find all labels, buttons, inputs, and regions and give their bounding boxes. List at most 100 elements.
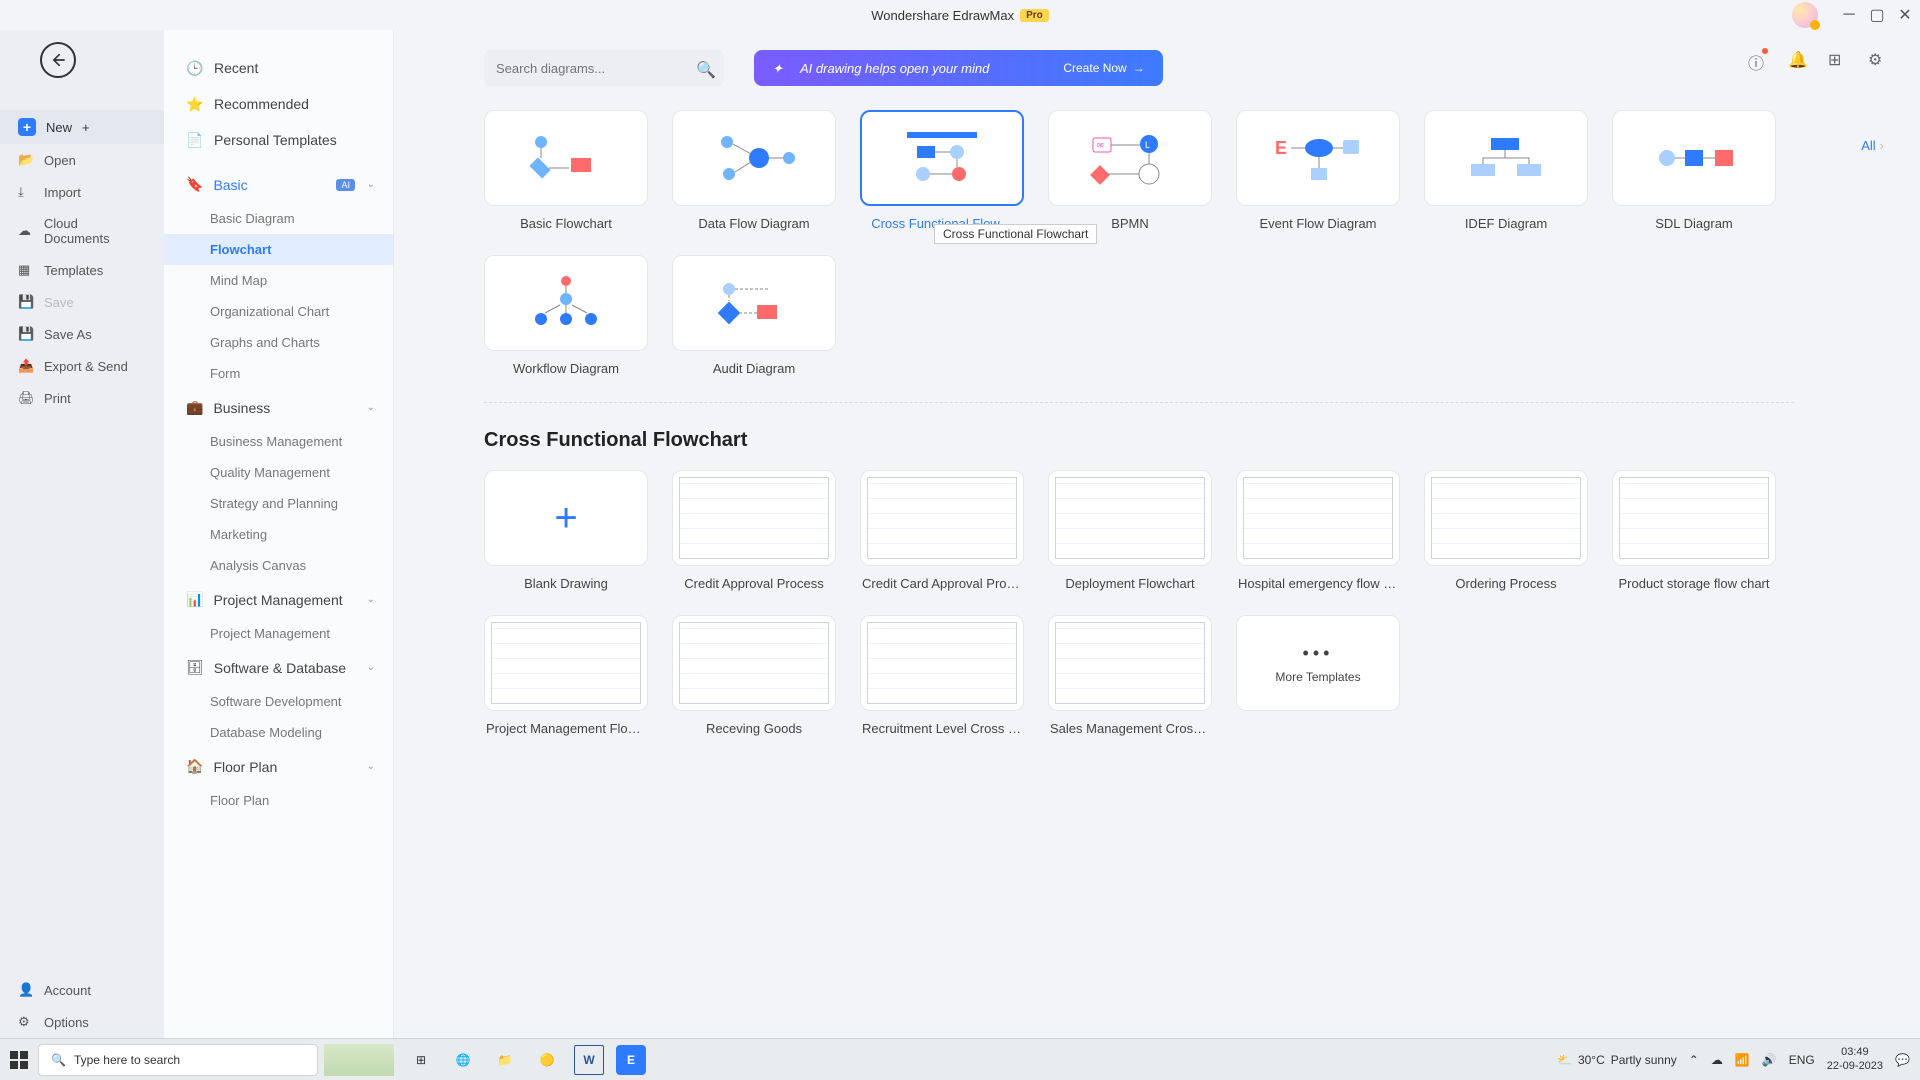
- subcategory-item[interactable]: Marketing: [164, 519, 393, 550]
- recent-link[interactable]: 🕒Recent: [164, 50, 393, 86]
- taskbar-search[interactable]: 🔍 Type here to search: [38, 1044, 318, 1076]
- news-widget[interactable]: [324, 1044, 394, 1076]
- saveas-item[interactable]: 💾Save As: [0, 318, 164, 350]
- subcategory-item[interactable]: Floor Plan: [164, 785, 393, 816]
- start-button[interactable]: [10, 1051, 28, 1069]
- template-card[interactable]: Deployment Flowchart: [1048, 470, 1212, 591]
- blank-drawing[interactable]: +Blank Drawing: [484, 470, 648, 591]
- subcategory-item[interactable]: Organizational Chart: [164, 296, 393, 327]
- back-button[interactable]: [40, 42, 76, 78]
- diagram-card[interactable]: SDL Diagram: [1612, 110, 1776, 231]
- cloud-item[interactable]: ☁Cloud Documents: [0, 208, 164, 254]
- diagram-card[interactable]: Workflow Diagram: [484, 255, 648, 376]
- subcategory-item[interactable]: Analysis Canvas: [164, 550, 393, 581]
- print-item[interactable]: 🖨Print: [0, 382, 164, 414]
- maximize-button[interactable]: ▢: [1870, 8, 1884, 22]
- template-card[interactable]: Sales Management Crossf…: [1048, 615, 1212, 736]
- all-link[interactable]: All›: [1861, 138, 1884, 153]
- recommended-link[interactable]: ⭐Recommended: [164, 86, 393, 122]
- new-button[interactable]: + New +: [0, 110, 164, 144]
- apps-icon[interactable]: ⊞: [1828, 50, 1846, 68]
- lang-icon[interactable]: ENG: [1789, 1053, 1815, 1067]
- diagram-card[interactable]: IDEF Diagram: [1424, 110, 1588, 231]
- taskview-icon[interactable]: ⊞: [406, 1045, 436, 1075]
- arrow-icon: →: [1133, 61, 1145, 75]
- explorer-icon[interactable]: 📁: [490, 1045, 520, 1075]
- word-icon[interactable]: W: [574, 1045, 604, 1075]
- minimize-button[interactable]: ─: [1842, 8, 1856, 22]
- more-templates[interactable]: •••More Templates: [1236, 615, 1400, 736]
- search-box[interactable]: 🔍: [484, 50, 724, 86]
- edrawmax-icon[interactable]: E: [616, 1045, 646, 1075]
- cat-floor[interactable]: 🏠 Floor Plan ⌄: [164, 748, 393, 785]
- template-card[interactable]: Credit Card Approval Proc…: [860, 470, 1024, 591]
- cat-sd[interactable]: 🗄 Software & Database ⌄: [164, 649, 393, 686]
- edge-icon[interactable]: 🌐: [448, 1045, 478, 1075]
- onedrive-icon[interactable]: ☁: [1711, 1053, 1723, 1067]
- template-card[interactable]: Recruitment Level Cross F…: [860, 615, 1024, 736]
- card-label: Project Management Flow…: [486, 721, 646, 736]
- save-item: 💾Save: [0, 286, 164, 318]
- subcategory-item[interactable]: Mind Map: [164, 265, 393, 296]
- template-card[interactable]: Project Management Flow…: [484, 615, 648, 736]
- thumb: [860, 110, 1024, 206]
- diagram-card[interactable]: ✉L BPMN: [1048, 110, 1212, 231]
- bell-icon[interactable]: 🔔: [1788, 50, 1806, 68]
- cat-business[interactable]: 💼 Business ⌄: [164, 389, 393, 426]
- subcategory-item[interactable]: Form: [164, 358, 393, 389]
- ai-banner[interactable]: ✦ AI drawing helps open your mind Create…: [754, 50, 1163, 86]
- export-item[interactable]: 📤Export & Send: [0, 350, 164, 382]
- card-label: Data Flow Diagram: [698, 216, 809, 231]
- subcategory-item[interactable]: Business Management: [164, 426, 393, 457]
- volume-icon[interactable]: 🔊: [1762, 1053, 1777, 1067]
- search-input[interactable]: [496, 61, 688, 76]
- subcategory-item[interactable]: Basic Diagram: [164, 203, 393, 234]
- doc-icon: 📄: [186, 132, 202, 148]
- diagram-card[interactable]: E Event Flow Diagram: [1236, 110, 1400, 231]
- search-icon[interactable]: 🔍: [696, 60, 712, 76]
- options-item[interactable]: ⚙Options: [0, 1006, 164, 1038]
- thumb: [1424, 110, 1588, 206]
- add-icon[interactable]: +: [82, 120, 90, 135]
- template-card[interactable]: Hospital emergency flow c…: [1236, 470, 1400, 591]
- clock[interactable]: 03:49 22-09-2023: [1827, 1046, 1883, 1072]
- import-item[interactable]: ⤓Import: [0, 176, 164, 208]
- subcategory-item[interactable]: Database Modeling: [164, 717, 393, 748]
- notifications-icon[interactable]: 💬: [1895, 1053, 1910, 1067]
- diagram-card[interactable]: Basic Flowchart: [484, 110, 648, 231]
- user-avatar[interactable]: [1792, 2, 1818, 28]
- tray-up-icon[interactable]: ⌃: [1689, 1053, 1699, 1067]
- subcategory-item[interactable]: Software Development: [164, 686, 393, 717]
- sparkle-icon: ✦: [772, 61, 786, 75]
- db-icon: 🗄: [186, 659, 204, 676]
- weather-widget[interactable]: ⛅ 30°C Partly sunny: [1557, 1053, 1677, 1067]
- diagram-card[interactable]: Data Flow Diagram: [672, 110, 836, 231]
- subcategory-item[interactable]: Project Management: [164, 618, 393, 649]
- settings-icon[interactable]: ⚙: [1868, 50, 1886, 68]
- file-sidebar: + New + 📂Open ⤓Import ☁Cloud Documents ▦…: [0, 30, 164, 1038]
- diagram-card[interactable]: Audit Diagram: [672, 255, 836, 376]
- saveas-icon: 💾: [18, 326, 34, 342]
- chevron-down-icon: ⌄: [367, 761, 375, 772]
- subcategory-item[interactable]: Flowchart: [164, 234, 393, 265]
- subcategory-item[interactable]: Quality Management: [164, 457, 393, 488]
- close-button[interactable]: ✕: [1898, 8, 1912, 22]
- create-now-button[interactable]: Create Now→: [1063, 61, 1144, 75]
- account-item[interactable]: 👤Account: [0, 974, 164, 1006]
- subcategory-item[interactable]: Strategy and Planning: [164, 488, 393, 519]
- cat-basic[interactable]: 🔖 Basic AI ⌄: [164, 166, 393, 203]
- diagram-card[interactable]: Cross Functional Flow…: [860, 110, 1024, 231]
- weather-text: Partly sunny: [1611, 1053, 1677, 1067]
- template-card[interactable]: Ordering Process: [1424, 470, 1588, 591]
- chrome-icon[interactable]: 🟡: [532, 1045, 562, 1075]
- help-icon[interactable]: ⓘ: [1748, 50, 1766, 68]
- template-card[interactable]: Product storage flow chart: [1612, 470, 1776, 591]
- template-card[interactable]: Receving Goods: [672, 615, 836, 736]
- open-item[interactable]: 📂Open: [0, 144, 164, 176]
- wifi-icon[interactable]: 📶: [1735, 1053, 1750, 1067]
- templates-item[interactable]: ▦Templates: [0, 254, 164, 286]
- template-card[interactable]: Credit Approval Process: [672, 470, 836, 591]
- personal-link[interactable]: 📄Personal Templates: [164, 122, 393, 158]
- subcategory-item[interactable]: Graphs and Charts: [164, 327, 393, 358]
- cat-pm[interactable]: 📊 Project Management ⌄: [164, 581, 393, 618]
